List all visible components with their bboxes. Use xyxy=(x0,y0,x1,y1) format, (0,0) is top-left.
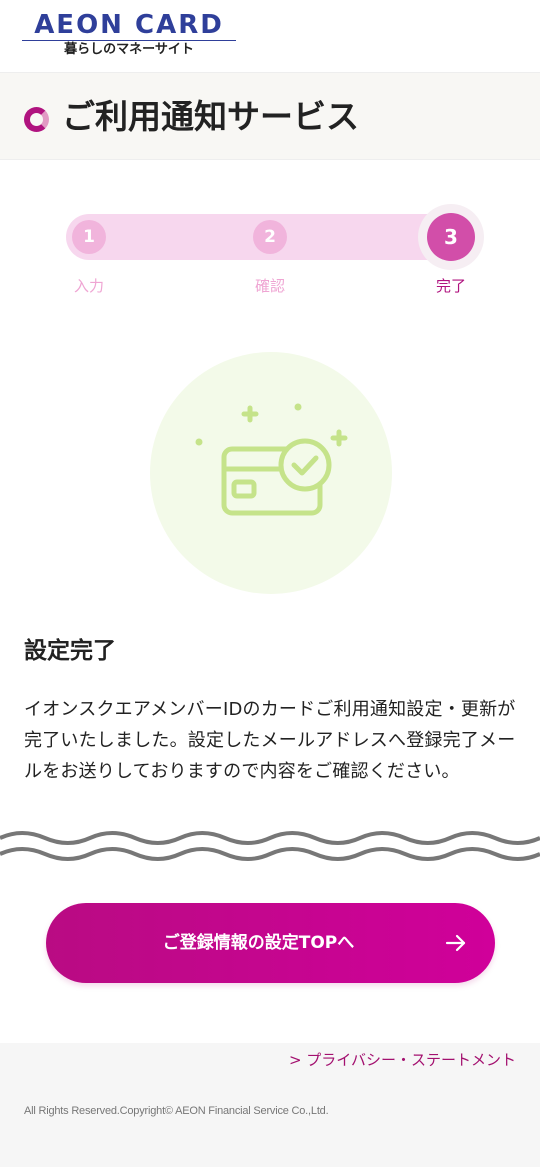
card-check-icon xyxy=(195,403,348,516)
step-3-label: 完了 xyxy=(435,277,466,295)
step-3-indicator-active: 3 xyxy=(427,213,475,261)
settings-top-button[interactable]: ご登録情報の設定TOPへ xyxy=(46,903,495,983)
page-title: ご利用通知サービス xyxy=(62,97,359,136)
settings-top-button-label: ご登録情報の設定TOPへ xyxy=(162,933,355,953)
site-footer: > プライバシー・ステートメント All Rights Reserved.Cop… xyxy=(0,1043,540,1167)
completion-message: イオンスクエアメンバーIDのカードご利用通知設定・更新が完了いたしました。設定し… xyxy=(24,699,516,782)
site-header: AEON CARD 暮らしのマネーサイト xyxy=(0,0,540,72)
step-1-indicator: 1 xyxy=(72,220,106,254)
page-title-band: ご利用通知サービス xyxy=(0,72,540,160)
aeon-card-logo[interactable]: AEON CARD 暮らしのマネーサイト xyxy=(22,10,236,60)
copyright-text: All Rights Reserved.Copyright© AEON Fina… xyxy=(24,1105,329,1117)
step-2-label: 確認 xyxy=(254,277,285,295)
step-2-indicator: 2 xyxy=(253,220,287,254)
wave-divider xyxy=(0,831,540,861)
completion-heading: 設定完了 xyxy=(24,638,116,664)
title-ring-icon xyxy=(24,107,49,132)
arrow-right-icon xyxy=(445,934,466,952)
logo-tagline: 暮らしのマネーサイト xyxy=(64,42,194,57)
step-1-label: 入力 xyxy=(73,277,104,295)
completion-illustration xyxy=(150,352,392,594)
logo-main-text: AEON CARD xyxy=(34,10,224,40)
privacy-statement-link[interactable]: > プライバシー・ステートメント xyxy=(289,1049,516,1071)
